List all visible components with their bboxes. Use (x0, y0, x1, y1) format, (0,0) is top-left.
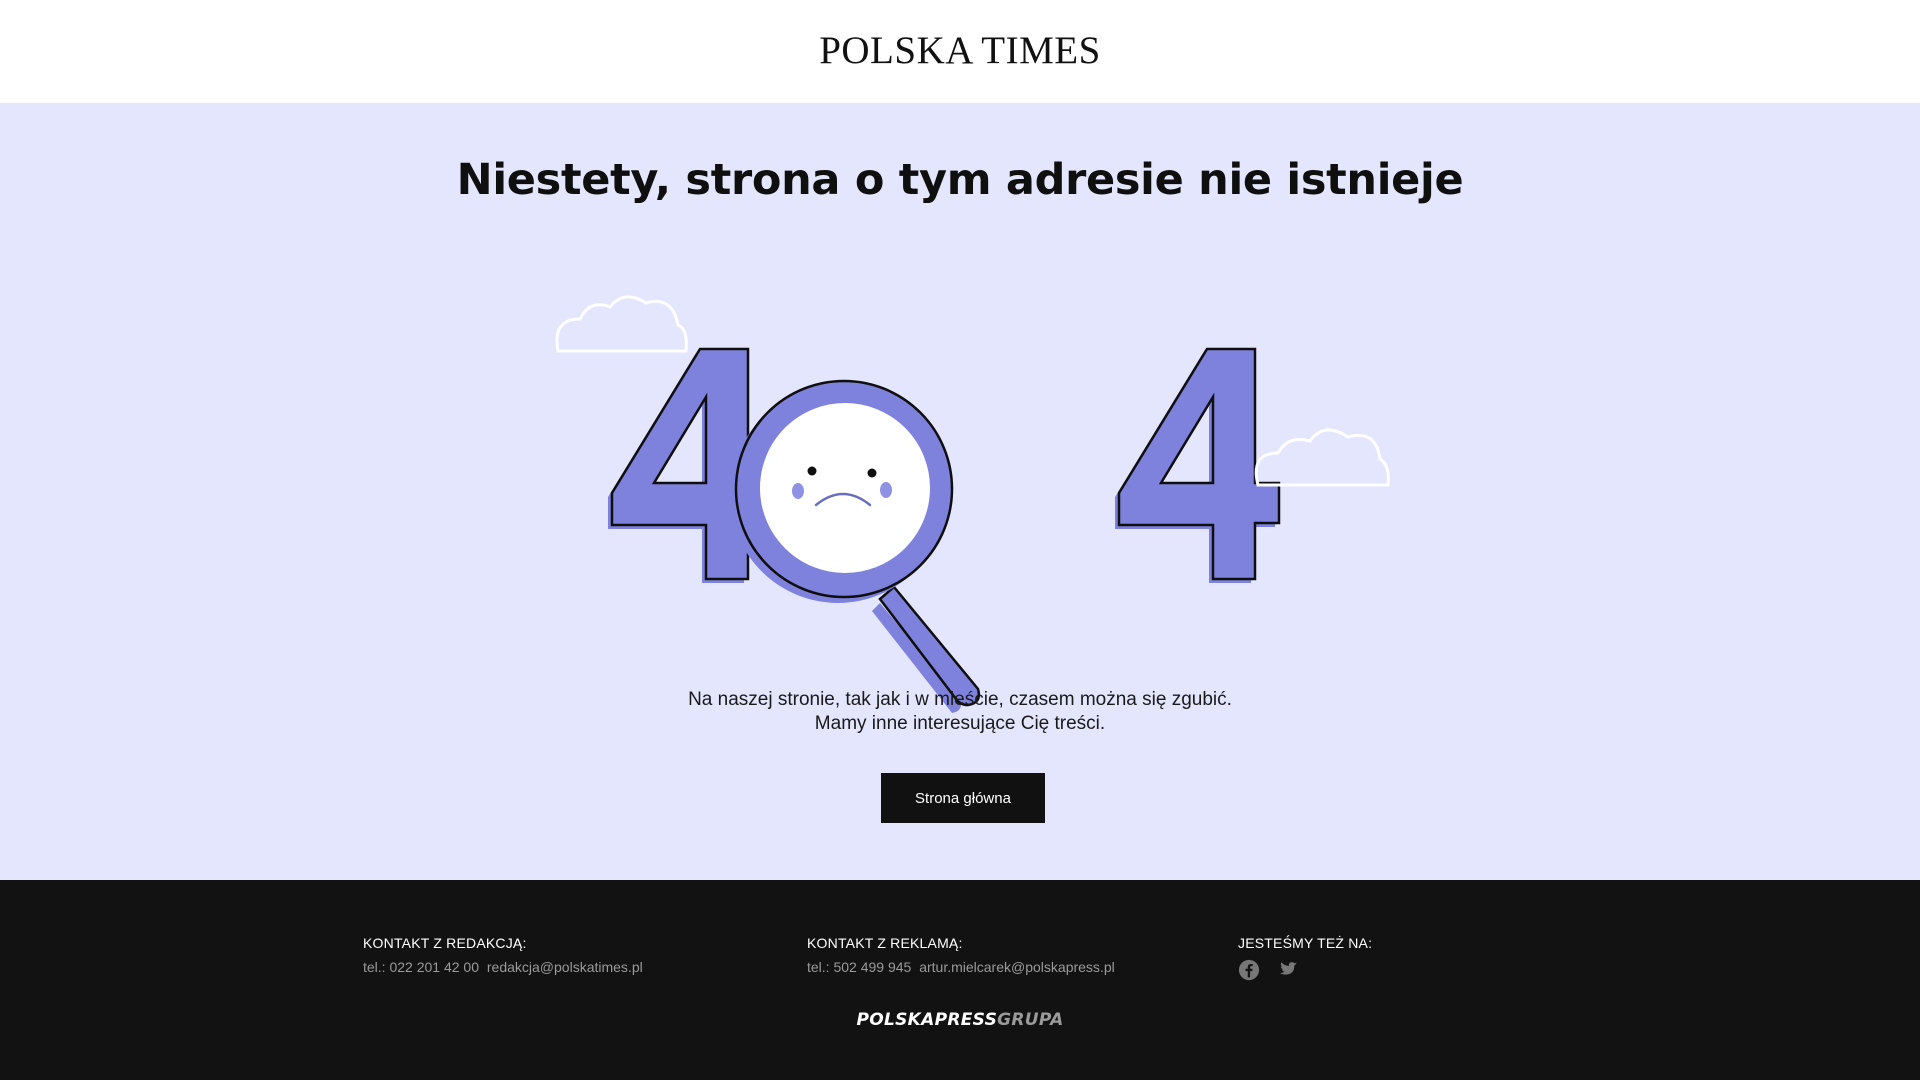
message-line: Mamy inne interesujące Cię treści. (814, 713, 1106, 734)
site-logo[interactable]: POLSKA TIMES (819, 28, 1101, 73)
publisher-logo-part1: POLSKAPRESS (856, 1010, 998, 1030)
editorial-phone[interactable]: tel.: 022 201 42 00 (363, 959, 479, 975)
twitter-icon[interactable] (1276, 959, 1298, 981)
social-icons (1238, 959, 1372, 981)
error-message: Na naszej stronie, tak jak i w mieście, … (0, 688, 1920, 736)
advertising-contact-line: tel.: 502 499 945 artur.mielcarek@polska… (807, 959, 1115, 975)
error-404-illustration (555, 295, 1390, 713)
publisher-logo-part2: GRUPA (997, 1010, 1064, 1030)
magnifier-sad-face-icon (730, 379, 981, 713)
editorial-contact-title: KONTAKT Z REDAKCJĄ: (363, 935, 527, 951)
advertising-contact: KONTAKT Z REKLAMĄ: tel.: 502 499 945 art… (807, 935, 1115, 975)
social-links: JESTEŚMY TEŻ NA: (1238, 935, 1372, 981)
advertising-phone[interactable]: tel.: 502 499 945 (807, 959, 911, 975)
digit-four-right (1115, 347, 1281, 583)
cloud-icon (555, 295, 688, 353)
advertising-email-link[interactable]: artur.mielcarek@polskapress.pl (919, 959, 1115, 975)
advertising-contact-title: KONTAKT Z REKLAMĄ: (807, 935, 963, 951)
editorial-contact: KONTAKT Z REDAKCJĄ: tel.: 022 201 42 00 … (363, 935, 643, 975)
publisher-logo[interactable]: POLSKAPRESSGRUPA (0, 1010, 1920, 1030)
social-links-title: JESTEŚMY TEŻ NA: (1238, 935, 1373, 951)
cloud-icon (1254, 428, 1390, 487)
home-page-button[interactable]: Strona główna (881, 773, 1045, 823)
page-title: Niestety, strona o tym adresie nie istni… (456, 155, 1464, 205)
error-section: Niestety, strona o tym adresie nie istni… (0, 103, 1920, 880)
editorial-email-link[interactable]: redakcja@polskatimes.pl (487, 959, 643, 975)
facebook-icon[interactable] (1238, 959, 1260, 981)
site-header: POLSKA TIMES (0, 0, 1920, 103)
message-line: Na naszej stronie, tak jak i w mieście, … (688, 689, 1232, 710)
site-footer: KONTAKT Z REDAKCJĄ: tel.: 022 201 42 00 … (0, 880, 1920, 1080)
editorial-contact-line: tel.: 022 201 42 00 redakcja@polskatimes… (363, 959, 643, 975)
